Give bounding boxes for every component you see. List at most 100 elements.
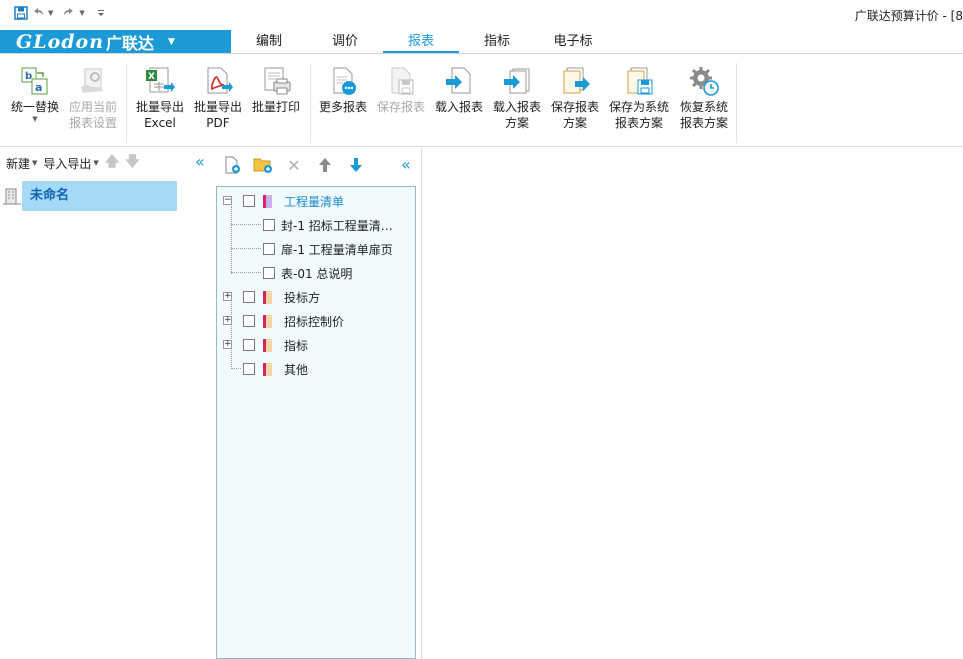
load-scheme-line2: 方案 — [504, 116, 529, 130]
app-logo-menu[interactable]: GLodon 广联达 ▼ — [0, 30, 231, 53]
tree-node-bid-control-price[interactable]: + 招标控制价 — [217, 310, 344, 332]
report-book-icon — [263, 362, 272, 376]
customize-icon[interactable] — [94, 6, 108, 20]
tab-electronic-bid[interactable]: 电子标 — [535, 30, 611, 53]
load-scheme-icon — [504, 68, 530, 94]
node-checkbox[interactable] — [263, 243, 275, 255]
tree-node-report[interactable]: 封-1 招标工程量清… — [217, 214, 393, 236]
restore-system-scheme-button[interactable]: 恢复系统 报表方案 — [676, 61, 732, 131]
node-checkbox[interactable] — [263, 267, 275, 279]
import-export-label: 导入导出 — [43, 156, 92, 171]
unify-replace-label: 统一替换 — [10, 100, 59, 114]
tree-node-indicators[interactable]: + 指标 — [217, 334, 308, 356]
new-label: 新建 — [6, 156, 31, 171]
load-report-button[interactable]: 载入报表 — [432, 61, 486, 115]
restore-system-scheme-line1: 恢复系统 — [679, 100, 728, 114]
report-book-icon — [263, 338, 272, 352]
load-report-scheme-button[interactable]: 载入报表 方案 — [490, 61, 544, 131]
report-book-icon — [263, 290, 272, 304]
ribbon-separator — [736, 63, 737, 143]
new-report-icon[interactable] — [222, 155, 242, 175]
new-dropdown-button[interactable]: 新建 ▼ — [6, 155, 37, 172]
save-system-scheme-line1: 保存为系统 — [608, 100, 669, 114]
project-node[interactable]: 未命名 — [0, 181, 177, 211]
node-checkbox[interactable] — [243, 363, 255, 375]
logo-cn: 广联达 — [106, 33, 155, 53]
node-checkbox[interactable] — [263, 219, 275, 231]
save-report-scheme-button[interactable]: 保存报表 方案 — [548, 61, 602, 131]
redo-dropdown-icon[interactable]: ▼ — [79, 9, 84, 17]
expand-node-icon[interactable]: + — [223, 340, 232, 349]
delete-icon[interactable]: ✕ — [284, 155, 304, 175]
pdf-export-icon — [207, 67, 233, 94]
tree-node-bidder[interactable]: + 投标方 — [217, 286, 320, 308]
collapse-panel-icon[interactable]: « — [401, 157, 411, 173]
save-icon[interactable] — [14, 6, 28, 20]
tree-node-label: 指标 — [284, 338, 309, 353]
tree-node-report[interactable]: 表-01 总说明 — [217, 262, 352, 284]
move-down-icon[interactable]: 🡇 — [125, 151, 139, 175]
tab-adjust-price[interactable]: 调价 — [307, 30, 383, 53]
move-up-icon[interactable]: 🡅 — [105, 151, 119, 175]
unify-replace-button[interactable]: b a 统一替换 ▼ — [8, 61, 62, 123]
project-tree-panel: 新建 ▼ 导入导出 ▼ 🡅 🡇 « 未命名 — [0, 148, 214, 659]
tree-node-bill-of-quantities[interactable]: − 工程量清单 — [217, 190, 344, 212]
save-scheme-line1: 保存报表 — [550, 100, 599, 114]
building-icon — [3, 188, 21, 205]
report-tree: − 工程量清单 封-1 招标工程量清… 扉-1 工程量清单扉页 表-01 总说明… — [216, 186, 416, 659]
import-export-dropdown-button[interactable]: 导入导出 ▼ — [43, 155, 98, 172]
excel-export-icon: X — [146, 67, 175, 93]
panel-divider[interactable] — [421, 148, 422, 659]
tree-node-report[interactable]: 扉-1 工程量清单扉页 — [217, 238, 393, 260]
tab-edit[interactable]: 编制 — [231, 30, 307, 53]
chevron-down-icon: ▼ — [93, 159, 99, 167]
redo-icon[interactable] — [62, 6, 76, 20]
new-folder-icon[interactable] — [253, 155, 273, 175]
restore-system-scheme-icon — [690, 67, 719, 96]
load-scheme-line1: 载入报表 — [492, 100, 541, 114]
load-report-label: 载入报表 — [434, 100, 483, 114]
batch-export-excel-button[interactable]: X 批量导出 Excel — [133, 61, 187, 131]
apply-settings-line2: 报表设置 — [68, 116, 117, 130]
move-up-icon[interactable] — [315, 155, 335, 175]
apply-report-settings-button[interactable]: 应用当前 报表设置 — [66, 61, 120, 131]
title-bar: ▼ ▼ 广联达预算计价 - [8 — [0, 0, 963, 30]
expand-node-icon[interactable]: + — [223, 292, 232, 301]
save-report-button[interactable]: 保存报表 — [374, 61, 428, 115]
export-excel-line2: Excel — [144, 116, 176, 130]
expand-node-icon[interactable]: + — [223, 316, 232, 325]
collapse-node-icon[interactable]: − — [223, 196, 232, 205]
tree-node-label: 投标方 — [284, 290, 321, 305]
save-system-scheme-icon — [627, 67, 653, 95]
tree-node-other[interactable]: 其他 — [217, 358, 308, 380]
quick-access-toolbar: ▼ ▼ — [14, 6, 108, 20]
save-system-scheme-button[interactable]: 保存为系统 报表方案 — [606, 61, 672, 131]
save-report-icon — [391, 67, 414, 95]
apply-settings-icon — [81, 68, 103, 93]
move-down-icon[interactable] — [346, 155, 366, 175]
node-checkbox[interactable] — [243, 315, 255, 327]
tree-node-label: 工程量清单 — [284, 194, 345, 209]
load-report-icon — [446, 67, 471, 94]
node-checkbox[interactable] — [243, 339, 255, 351]
undo-dropdown-icon[interactable]: ▼ — [48, 9, 53, 17]
replace-icon: b a — [21, 67, 48, 95]
collapse-panel-icon[interactable]: « — [195, 154, 205, 170]
menu-bar: GLodon 广联达 ▼ 编制 调价 报表 指标 电子标 — [0, 30, 963, 54]
tree-node-label: 招标控制价 — [284, 314, 345, 329]
node-checkbox[interactable] — [243, 291, 255, 303]
undo-icon[interactable] — [31, 6, 45, 20]
project-name: 未命名 — [22, 181, 177, 211]
node-checkbox[interactable] — [243, 195, 255, 207]
more-reports-button[interactable]: 更多报表 — [316, 61, 370, 115]
tab-reports[interactable]: 报表 — [383, 30, 459, 53]
save-scheme-line2: 方案 — [562, 116, 587, 130]
report-book-icon — [263, 314, 272, 328]
batch-print-button[interactable]: 批量打印 — [249, 61, 303, 115]
more-reports-label: 更多报表 — [318, 100, 367, 114]
ribbon-tabs: 编制 调价 报表 指标 电子标 — [231, 30, 611, 53]
batch-export-pdf-button[interactable]: 批量导出 PDF — [191, 61, 245, 131]
chevron-down-icon: ▼ — [32, 159, 38, 167]
ribbon-separator — [310, 63, 311, 143]
tab-indicators[interactable]: 指标 — [459, 30, 535, 53]
